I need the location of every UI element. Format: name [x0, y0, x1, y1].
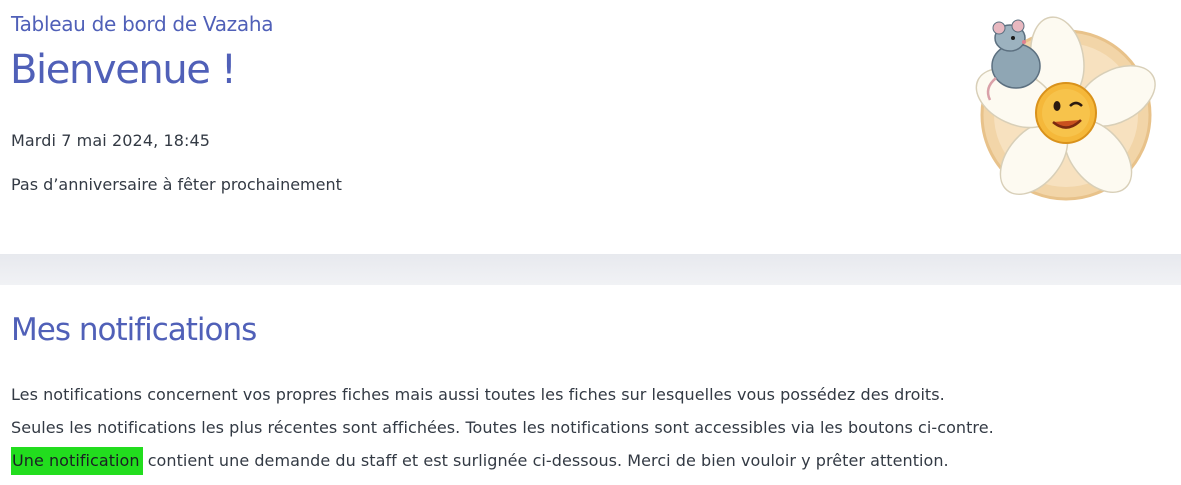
notifications-info-line-3: Une notification contient une demande du… — [11, 447, 949, 475]
notifications-title: Mes notifications — [11, 312, 257, 348]
notifications-info-line-1: Les notifications concernent vos propres… — [11, 385, 945, 404]
flower-sun-rat-mascot-icon — [975, 16, 1156, 201]
welcome-heading: Bienvenue ! — [10, 47, 237, 93]
current-date: Mardi 7 mai 2024, 18:45 — [11, 131, 211, 150]
notifications-info-line-2: Seules les notifications les plus récent… — [11, 418, 994, 437]
section-separator — [0, 254, 1181, 285]
dashboard-header-card: Tableau de bord de Vazaha Bienvenue ! Ma… — [0, 0, 1181, 254]
highlighted-notification-label: Une notification — [11, 447, 143, 475]
notifications-info-line-3-rest: contient une demande du staff et est sur… — [142, 451, 949, 470]
dashboard-title: Tableau de bord de Vazaha — [11, 12, 274, 36]
birthday-status: Pas d’anniversaire à fêter prochainement — [11, 175, 342, 194]
